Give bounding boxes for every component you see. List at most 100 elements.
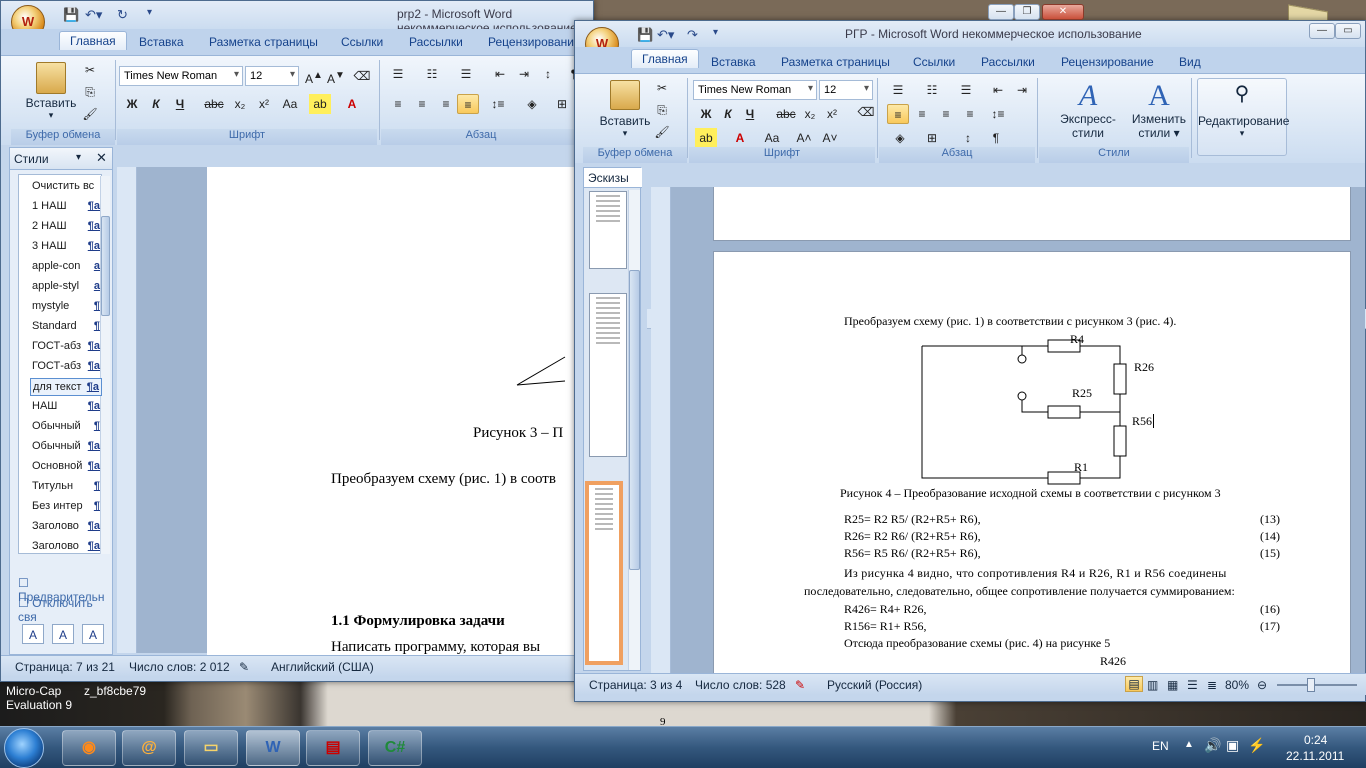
- bullets-icon[interactable]: ☰: [387, 64, 409, 84]
- bold-icon[interactable]: Ж: [695, 104, 717, 124]
- tab-mailings[interactable]: Рассылки: [981, 55, 1035, 69]
- restore-button[interactable]: ❐: [1014, 4, 1040, 20]
- style-item[interactable]: для текст ¶a: [30, 378, 102, 396]
- align-center-icon[interactable]: ≡: [411, 94, 433, 114]
- multilevel-list-icon[interactable]: ☰: [455, 64, 477, 84]
- page-count[interactable]: Страница: 3 из 4: [589, 678, 682, 692]
- zoom-slider[interactable]: [1277, 684, 1357, 686]
- pane-menu-icon[interactable]: ▾: [76, 152, 81, 163]
- word-count[interactable]: Число слов: 528: [695, 678, 786, 692]
- zoom-level[interactable]: 80%: [1225, 678, 1249, 692]
- thumbnails-tab[interactable]: Эскизы: [584, 168, 642, 188]
- numbering-icon[interactable]: ☷: [421, 64, 443, 84]
- manage-styles-icon[interactable]: A: [82, 624, 104, 644]
- zoom-slider-thumb[interactable]: [1307, 678, 1315, 692]
- grow-font-icon[interactable]: A▲: [303, 66, 325, 86]
- page-thumbnail[interactable]: [589, 191, 627, 269]
- shading-icon[interactable]: ◈: [521, 94, 543, 114]
- tab-mailings[interactable]: Рассылки: [409, 35, 463, 49]
- increase-indent-icon[interactable]: ⇥: [513, 64, 535, 84]
- desktop-item-label[interactable]: Micro-Cap: [6, 684, 61, 698]
- style-item[interactable]: 2 НАШ ¶a: [30, 218, 102, 236]
- style-item[interactable]: Без интер ¶: [30, 498, 102, 516]
- style-item[interactable]: Титульн ¶: [30, 478, 102, 496]
- tab-references[interactable]: Ссылки: [913, 55, 955, 69]
- style-item[interactable]: Основной ¶a: [30, 458, 102, 476]
- save-icon[interactable]: 💾: [637, 27, 653, 43]
- justify-icon[interactable]: ≡: [959, 104, 981, 124]
- undo-icon[interactable]: ↶▾: [85, 7, 102, 23]
- print-layout-icon[interactable]: ▤: [1125, 676, 1143, 692]
- draft-icon[interactable]: ≣: [1207, 678, 1217, 692]
- page-count[interactable]: Страница: 7 из 21: [15, 660, 115, 674]
- line-spacing-icon[interactable]: ↕≡: [987, 104, 1009, 124]
- vertical-ruler[interactable]: [117, 167, 137, 653]
- strikethrough-icon[interactable]: abc: [203, 94, 225, 114]
- volume-icon[interactable]: 🔊: [1204, 737, 1221, 754]
- style-item[interactable]: Заголово ¶a: [30, 518, 102, 536]
- font-color-icon[interactable]: A: [729, 128, 751, 148]
- borders-icon[interactable]: ⊞: [551, 94, 573, 114]
- language[interactable]: Английский (США): [271, 660, 374, 674]
- tab-review[interactable]: Рецензирование: [1061, 55, 1154, 69]
- style-item[interactable]: 3 НАШ ¶a: [30, 238, 102, 256]
- style-item[interactable]: ГОСТ-абз ¶a: [30, 358, 102, 376]
- page-thumbnail-selected[interactable]: [585, 481, 623, 665]
- shrink-font-icon[interactable]: A▼: [325, 66, 347, 86]
- font-name-combo[interactable]: Times New Roman: [693, 80, 817, 100]
- change-case-icon[interactable]: Aa: [279, 94, 301, 114]
- undo-icon[interactable]: ↶▾: [657, 27, 674, 43]
- copy-icon[interactable]: ⎘: [79, 82, 101, 102]
- redo-icon[interactable]: ↻: [117, 7, 128, 23]
- font-color-icon[interactable]: A: [341, 94, 363, 114]
- paste-button[interactable]: Вставить ▾: [595, 80, 655, 139]
- style-item[interactable]: НАШ ¶a: [30, 398, 102, 416]
- font-size-combo[interactable]: 12: [819, 80, 873, 100]
- style-item[interactable]: Заголово ¶a: [30, 538, 102, 556]
- align-left-icon[interactable]: ≡: [887, 104, 909, 124]
- editing-button[interactable]: ⚲ Редактирование ▾: [1197, 78, 1289, 156]
- language-indicator[interactable]: EN: [1152, 739, 1169, 753]
- explorer-taskbar-icon[interactable]: ▭: [184, 730, 238, 766]
- show-marks-icon[interactable]: ¶: [985, 128, 1007, 148]
- copy-icon[interactable]: ⎘: [651, 100, 673, 120]
- cut-icon[interactable]: ✂: [651, 78, 673, 98]
- zoom-out-icon[interactable]: ⊖: [1257, 678, 1267, 692]
- close-icon[interactable]: ✕: [96, 150, 107, 166]
- page-thumbnail[interactable]: [589, 293, 627, 457]
- proofing-icon[interactable]: ✎: [239, 660, 249, 674]
- decrease-indent-icon[interactable]: ⇤: [489, 64, 511, 84]
- underline-icon[interactable]: Ч: [169, 94, 191, 114]
- style-inspector-icon[interactable]: A: [52, 624, 74, 644]
- mail-taskbar-icon[interactable]: @: [122, 730, 176, 766]
- style-item[interactable]: Обычный ¶: [30, 418, 102, 436]
- clear-format-icon[interactable]: ⌫: [855, 102, 877, 122]
- highlight-icon[interactable]: ab: [695, 128, 717, 148]
- network-icon[interactable]: ▣: [1226, 737, 1239, 754]
- shrink-font-icon[interactable]: A˅: [819, 128, 841, 148]
- tab-view[interactable]: Вид: [1179, 55, 1201, 69]
- clock-date[interactable]: 22.11.2011: [1286, 749, 1344, 763]
- minimize-button[interactable]: —: [988, 4, 1014, 20]
- tab-review[interactable]: Рецензирование: [488, 35, 581, 49]
- align-right-icon[interactable]: ≡: [435, 94, 457, 114]
- vertical-ruler[interactable]: [651, 187, 671, 673]
- close-button[interactable]: ✕: [1042, 4, 1084, 20]
- tab-home[interactable]: Главная: [631, 49, 699, 68]
- line-spacing-icon[interactable]: ↕≡: [487, 94, 509, 114]
- cut-icon[interactable]: ✂: [79, 60, 101, 80]
- start-button[interactable]: [4, 728, 44, 768]
- format-painter-icon[interactable]: 🖌: [79, 104, 101, 124]
- superscript-icon[interactable]: x²: [821, 104, 843, 124]
- multilevel-list-icon[interactable]: ☰: [955, 80, 977, 100]
- language[interactable]: Русский (Россия): [827, 678, 922, 692]
- tray-expand-icon[interactable]: ▲: [1184, 739, 1194, 750]
- justify-icon[interactable]: ≡: [457, 94, 479, 114]
- style-item[interactable]: ГОСТ-абз ¶a: [30, 338, 102, 356]
- thumbnails-scrollbar[interactable]: [628, 190, 640, 670]
- tab-page-layout[interactable]: Разметка страницы: [781, 55, 890, 69]
- font-size-combo[interactable]: 12: [245, 66, 299, 86]
- desktop-item-label[interactable]: z_bf8cbe79: [84, 684, 146, 698]
- clear-format-icon[interactable]: ⌫: [351, 66, 373, 86]
- style-item[interactable]: Обычный ¶a: [30, 438, 102, 456]
